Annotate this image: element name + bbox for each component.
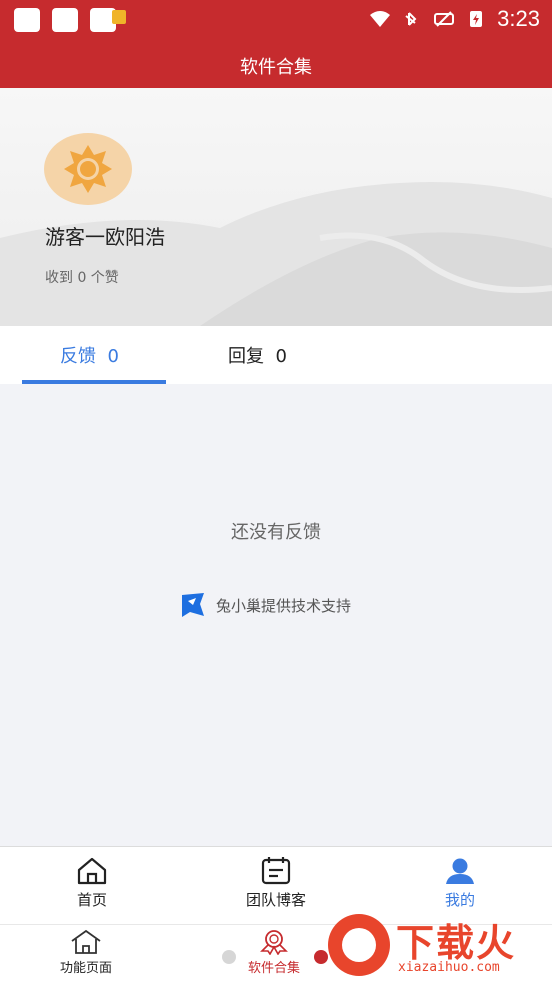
active-tab-indicator — [22, 380, 166, 384]
support-link[interactable]: 兔小巢提供技术支持 — [180, 592, 351, 618]
tab-bar-team-blog[interactable]: 团队博客 — [221, 857, 331, 910]
award-icon — [260, 930, 288, 955]
tab-bar-me[interactable]: 我的 — [405, 857, 515, 910]
tab-count: 0 — [275, 346, 287, 367]
watermark-title: 下载火 — [396, 921, 517, 965]
signal-icon — [434, 11, 455, 27]
title-bar: 软件合集 — [0, 44, 552, 88]
tab-reply[interactable]: 回复 0 — [228, 342, 287, 368]
tab-bar-home[interactable]: 首页 — [37, 857, 147, 910]
wifi-icon — [370, 11, 391, 27]
notification-icons — [14, 8, 116, 32]
feedback-tabs: 反馈 0 回复 0 — [0, 326, 552, 384]
bluetooth-icon — [405, 12, 417, 26]
sun-icon — [64, 145, 112, 193]
watermark-logo-icon — [328, 914, 390, 976]
page-title: 软件合集 — [240, 57, 312, 78]
tab-label: 回复 — [228, 346, 264, 367]
username: 游客一欧阳浩 — [45, 225, 165, 249]
notification-icon — [52, 8, 78, 32]
tab-bar-label: 团队博客 — [245, 891, 306, 909]
bottom-nav-software-collection[interactable]: 软件合集 — [236, 929, 312, 976]
status-bar: 3:23 — [0, 0, 552, 44]
page-indicator-dot — [222, 950, 236, 964]
likes-count: 收到 0 个赞 — [45, 270, 119, 286]
bottom-nav-function-pages[interactable]: 功能页面 — [50, 929, 122, 976]
empty-state-message: 还没有反馈 — [231, 522, 321, 543]
clock: 3:23 — [497, 6, 540, 31]
tuxiaochao-logo-icon — [182, 593, 204, 617]
calendar-icon — [261, 857, 291, 885]
tab-feedback[interactable]: 反馈 0 — [60, 342, 119, 368]
bottom-nav-label: 功能页面 — [59, 961, 112, 976]
page-indicator-dot-active — [314, 950, 328, 964]
bottom-nav-label: 软件合集 — [247, 961, 300, 976]
mountain-background — [0, 182, 552, 326]
home-icon — [77, 857, 107, 885]
tab-bar-label: 首页 — [76, 891, 107, 909]
profile-header: 游客一欧阳浩 收到 0 个赞 — [0, 88, 552, 326]
avatar[interactable] — [44, 133, 132, 205]
tab-label: 反馈 — [60, 346, 96, 367]
battery-icon — [470, 11, 483, 27]
support-text: 兔小巢提供技术支持 — [216, 596, 352, 615]
user-icon — [446, 858, 474, 884]
tab-count: 0 — [107, 346, 119, 367]
tab-bar-label: 我的 — [444, 891, 475, 909]
home-outline-icon — [71, 929, 101, 954]
notification-icon — [14, 8, 40, 32]
watermark-domain: xiazaihuo.com — [398, 960, 500, 975]
watermark: 下载火 xiazaihuo.com — [328, 910, 550, 980]
notification-badge-icon — [112, 10, 126, 24]
